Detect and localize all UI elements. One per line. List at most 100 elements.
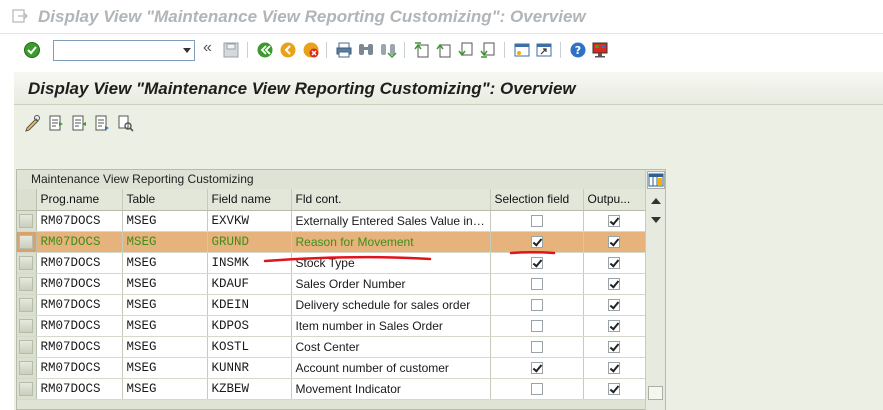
row-selector-knob[interactable] <box>19 213 34 228</box>
previous-entry-icon[interactable] <box>70 114 88 132</box>
find-icon[interactable] <box>357 41 375 59</box>
row-selector[interactable] <box>17 252 37 274</box>
row-selector[interactable] <box>17 231 37 253</box>
row-selector-knob[interactable] <box>19 276 34 291</box>
table-row[interactable]: RM07DOCS MSEG KUNNR Account number of custo… <box>17 357 665 379</box>
row-selector[interactable] <box>17 357 37 379</box>
row-selector[interactable] <box>17 336 37 358</box>
table-row[interactable]: RM07DOCS MSEG KOSTL Cost Center <box>17 336 665 358</box>
column-header-table[interactable]: Table <box>122 189 208 211</box>
selection-field-checkbox[interactable] <box>530 383 543 396</box>
scrollbar-thumb[interactable] <box>648 386 663 400</box>
selection-field-checkbox[interactable] <box>530 341 543 354</box>
print-icon[interactable] <box>335 41 353 59</box>
next-entry-icon[interactable] <box>93 114 111 132</box>
cell-output <box>583 273 646 295</box>
cell-prog-name: RM07DOCS <box>36 231 123 253</box>
details-icon[interactable] <box>47 114 65 132</box>
table-row[interactable]: RM07DOCS MSEG INSMK Stock Type <box>17 252 665 274</box>
command-field[interactable] <box>53 40 195 61</box>
output-checkbox[interactable] <box>608 362 620 375</box>
selection-field-checkbox[interactable] <box>530 278 543 291</box>
row-selector-knob[interactable] <box>19 255 34 270</box>
row-selector[interactable] <box>17 315 37 337</box>
column-header-field-name[interactable]: Field name <box>207 189 292 211</box>
next-page-icon[interactable] <box>457 41 475 59</box>
vertical-scrollbar[interactable] <box>645 170 665 410</box>
cell-selection-field <box>490 252 584 274</box>
column-header-selection-field[interactable]: Selection field <box>490 189 584 211</box>
select-all-column-header[interactable] <box>17 189 37 211</box>
save-icon[interactable] <box>222 41 240 59</box>
generate-shortcut-icon[interactable] <box>535 41 553 59</box>
cell-output <box>583 231 646 253</box>
row-selector[interactable] <box>17 273 37 295</box>
table-row[interactable]: RM07DOCS MSEG KZBEW Movement Indicator <box>17 378 665 400</box>
table-header-row: Prog.name Table Field name Fld cont. Sel… <box>17 189 665 211</box>
find-next-icon[interactable] <box>379 41 397 59</box>
last-page-icon[interactable] <box>479 41 497 59</box>
selection-field-checkbox[interactable] <box>530 299 543 312</box>
cell-table: MSEG <box>122 294 208 316</box>
table-row[interactable]: RM07DOCS MSEG KDPOS Item number in Sales Or… <box>17 315 665 337</box>
cell-field-content: Delivery schedule for sales order <box>291 294 491 316</box>
output-checkbox[interactable] <box>608 236 620 249</box>
cell-selection-field <box>490 273 584 295</box>
selection-field-checkbox[interactable] <box>530 236 543 249</box>
cancel-icon[interactable] <box>302 41 320 59</box>
help-icon[interactable]: ? <box>569 41 587 59</box>
column-configuration-button[interactable] <box>647 171 665 189</box>
row-selector-knob[interactable] <box>19 360 34 375</box>
output-checkbox[interactable] <box>608 215 620 228</box>
output-checkbox[interactable] <box>608 299 620 312</box>
command-input[interactable] <box>56 42 174 59</box>
sap-window-icon <box>12 9 28 23</box>
cell-table: MSEG <box>122 315 208 337</box>
scroll-up-icon[interactable] <box>651 198 661 204</box>
selection-field-checkbox[interactable] <box>530 320 543 333</box>
table-row[interactable]: RM07DOCS MSEG GRUND Reason for Movement <box>17 231 665 253</box>
column-header-output[interactable]: Outpu... <box>583 189 646 211</box>
create-session-icon[interactable] <box>513 41 531 59</box>
cell-selection-field <box>490 357 584 379</box>
output-checkbox[interactable] <box>608 383 620 396</box>
row-selector-knob[interactable] <box>19 381 34 396</box>
row-selector[interactable] <box>17 378 37 400</box>
output-checkbox[interactable] <box>608 257 620 270</box>
row-selector[interactable] <box>17 210 37 232</box>
window-title: Display View "Maintenance View Reporting… <box>38 7 586 26</box>
row-selector-knob[interactable] <box>19 339 34 354</box>
row-selector[interactable] <box>17 294 37 316</box>
previous-page-icon[interactable] <box>435 41 453 59</box>
scroll-down-icon[interactable] <box>651 217 661 223</box>
first-page-icon[interactable] <box>413 41 431 59</box>
table-row[interactable]: RM07DOCS MSEG EXVKW Externally Entered Sale… <box>17 210 665 232</box>
where-used-icon[interactable] <box>116 114 134 132</box>
column-header-prog-name[interactable]: Prog.name <box>36 189 123 211</box>
row-selector-knob[interactable] <box>19 318 34 333</box>
table-settings-icon[interactable] <box>648 172 664 188</box>
cell-prog-name: RM07DOCS <box>36 294 123 316</box>
output-checkbox[interactable] <box>608 278 620 291</box>
exit-icon[interactable] <box>279 41 297 59</box>
table-row[interactable]: RM07DOCS MSEG KDAUF Sales Order Number <box>17 273 665 295</box>
application-toolbar <box>14 106 883 138</box>
selection-field-checkbox[interactable] <box>530 362 543 375</box>
cell-field-name: KZBEW <box>207 378 292 400</box>
column-header-field-content[interactable]: Fld cont. <box>291 189 491 211</box>
cell-field-name: KDEIN <box>207 294 292 316</box>
selection-field-checkbox[interactable] <box>530 215 543 228</box>
row-selector-knob[interactable] <box>19 234 34 249</box>
table-row[interactable]: RM07DOCS MSEG KDEIN Delivery schedule for s… <box>17 294 665 316</box>
row-selector-knob[interactable] <box>19 297 34 312</box>
chevron-left-icon[interactable]: « <box>203 39 212 57</box>
cell-field-content: Movement Indicator <box>291 378 491 400</box>
back-icon[interactable] <box>256 41 274 59</box>
chevron-down-icon[interactable] <box>183 48 191 53</box>
output-checkbox[interactable] <box>608 320 620 333</box>
customize-layout-icon[interactable] <box>591 41 609 59</box>
output-checkbox[interactable] <box>608 341 620 354</box>
display-change-icon[interactable] <box>24 114 42 132</box>
selection-field-checkbox[interactable] <box>530 257 543 270</box>
enter-check-icon[interactable] <box>23 41 41 59</box>
